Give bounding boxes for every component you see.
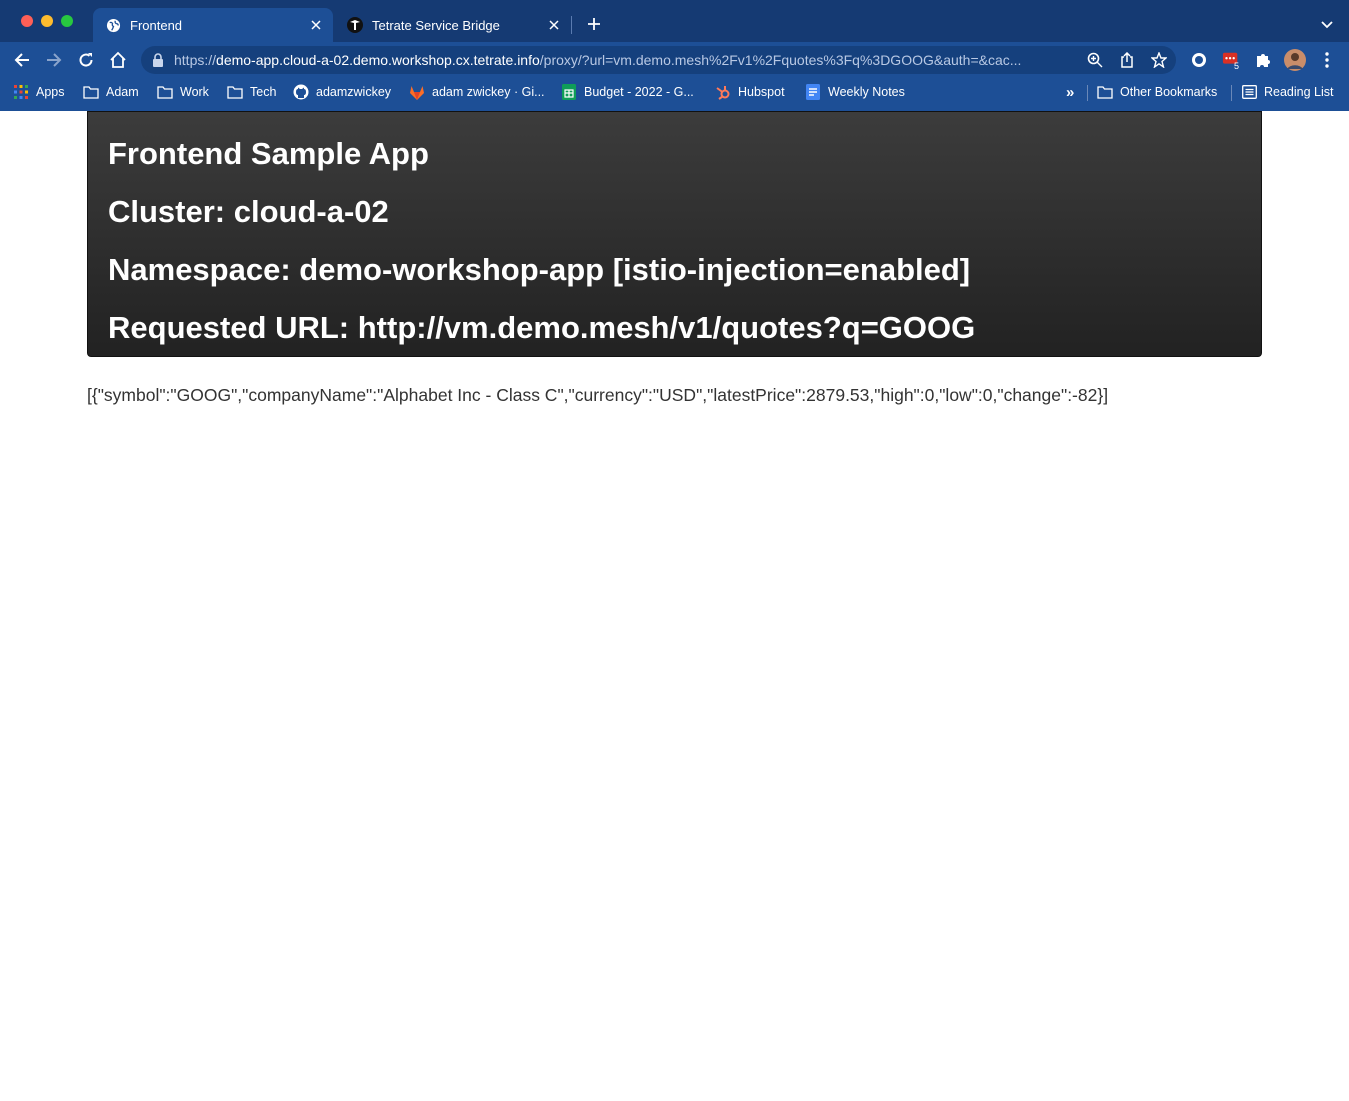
globe-icon — [105, 17, 121, 33]
close-tab-icon[interactable] — [545, 16, 563, 34]
extension-badge-count: 5 — [1234, 61, 1240, 71]
bookmarks-overflow[interactable]: » — [1066, 82, 1074, 102]
address-bar[interactable]: https://demo-app.cloud-a-02.demo.worksho… — [141, 46, 1176, 74]
back-arrow-icon[interactable] — [12, 50, 32, 70]
url-host: demo-app.cloud-a-02.demo.workshop.cx.tet… — [216, 52, 540, 68]
reload-icon[interactable] — [76, 50, 96, 70]
bookmark-label: Weekly Notes — [828, 85, 905, 99]
url-text[interactable]: https://demo-app.cloud-a-02.demo.worksho… — [174, 46, 1079, 74]
star-icon[interactable] — [1150, 51, 1168, 69]
forward-arrow-icon[interactable] — [44, 50, 64, 70]
close-tab-icon[interactable] — [307, 16, 325, 34]
avatar[interactable] — [1284, 49, 1306, 71]
bookmark-label: Apps — [36, 85, 65, 99]
tab-label: Tetrate Service Bridge — [372, 17, 500, 33]
bookmark-label: Hubspot — [738, 85, 785, 99]
tab-separator — [571, 16, 572, 34]
hubspot-icon — [715, 84, 731, 100]
new-tab-icon[interactable] — [584, 14, 604, 34]
cluster-heading: Cluster: cloud-a-02 — [108, 194, 389, 229]
info-panel: Frontend Sample App Cluster: cloud-a-02 … — [87, 111, 1262, 357]
namespace-heading: Namespace: demo-workshop-app [istio-inje… — [108, 252, 971, 287]
bookmark-tech[interactable]: Tech — [227, 82, 276, 102]
chevron-down-icon[interactable] — [1317, 15, 1337, 35]
bookmark-adamzwickey[interactable]: adamzwickey — [293, 82, 391, 102]
sheets-icon — [561, 84, 577, 100]
bookmark-label: adamzwickey — [316, 85, 392, 99]
bookmark-label: Reading List — [1264, 85, 1334, 99]
bookmark-label: Tech — [250, 85, 277, 99]
bookmark-hubspot[interactable]: Hubspot — [715, 82, 785, 102]
bookmark-label: Budget - 2022 - G... — [584, 85, 694, 99]
bookmark-separator — [1087, 85, 1088, 101]
close-window-button[interactable] — [21, 15, 33, 27]
puzzle-icon[interactable] — [1254, 51, 1272, 69]
chevron-double-right-icon: » — [1066, 83, 1075, 101]
home-icon[interactable] — [108, 50, 128, 70]
github-icon — [293, 84, 309, 100]
reading-list-icon — [1241, 84, 1257, 100]
bookmark-label: Other Bookmarks — [1120, 85, 1218, 99]
bookmark-work[interactable]: Work — [157, 82, 209, 102]
lock-icon[interactable] — [152, 53, 164, 67]
tab-label: Frontend — [130, 17, 183, 33]
bookmark-weekly-notes[interactable]: Weekly Notes — [805, 82, 905, 102]
bookmark-apps[interactable]: Apps — [13, 82, 65, 102]
docs-icon — [805, 84, 821, 100]
kebab-menu-icon[interactable] — [1318, 51, 1336, 69]
tetrate-logo-icon — [347, 17, 363, 33]
requested-url-heading: Requested URL: http://vm.demo.mesh/v1/qu… — [108, 310, 976, 345]
bookmark-budget[interactable]: Budget - 2022 - G... — [561, 82, 694, 102]
bookmark-label: Work — [180, 85, 209, 99]
apps-grid-icon — [13, 84, 29, 100]
url-scheme: https:// — [174, 52, 217, 68]
bookmark-other[interactable]: Other Bookmarks — [1097, 82, 1217, 102]
title-bar: Frontend Tetrate Service Bridge — [0, 0, 1349, 42]
folder-icon — [1097, 84, 1113, 100]
folder-icon — [157, 84, 173, 100]
tab-frontend[interactable]: Frontend — [93, 8, 333, 42]
bookmark-adam[interactable]: Adam — [83, 82, 139, 102]
bookmark-separator — [1231, 85, 1232, 101]
reading-list[interactable]: Reading List — [1241, 82, 1334, 102]
extension-badge-icon[interactable]: 5 — [1222, 51, 1240, 71]
browser-chrome: Frontend Tetrate Service Bridge https://… — [0, 0, 1349, 111]
url-path: /proxy/?url=vm.demo.mesh%2Fv1%2Fquotes%3… — [539, 52, 1022, 68]
minimize-window-button[interactable] — [41, 15, 53, 27]
gitlab-icon — [409, 84, 425, 100]
bookmark-label: Adam — [106, 85, 139, 99]
tab-tetrate-service-bridge[interactable]: Tetrate Service Bridge — [335, 8, 571, 42]
folder-icon — [227, 84, 243, 100]
extension-circle-icon[interactable] — [1190, 51, 1208, 69]
response-body: [{"symbol":"GOOG","companyName":"Alphabe… — [87, 385, 1109, 405]
maximize-window-button[interactable] — [61, 15, 73, 27]
page-content: Frontend Sample App Cluster: cloud-a-02 … — [0, 111, 1349, 1101]
share-icon[interactable] — [1118, 51, 1136, 69]
folder-icon — [83, 84, 99, 100]
bookmark-gitlab[interactable]: adam zwickey · Gi... — [409, 82, 545, 102]
zoom-icon[interactable] — [1086, 51, 1104, 69]
toolbar: https://demo-app.cloud-a-02.demo.worksho… — [0, 42, 1349, 78]
bookmarks-bar: Apps Adam Work Tech adamzwickey adam zwi… — [0, 78, 1349, 105]
page-title: Frontend Sample App — [108, 136, 429, 171]
bookmark-label: adam zwickey · Gi... — [432, 85, 545, 99]
